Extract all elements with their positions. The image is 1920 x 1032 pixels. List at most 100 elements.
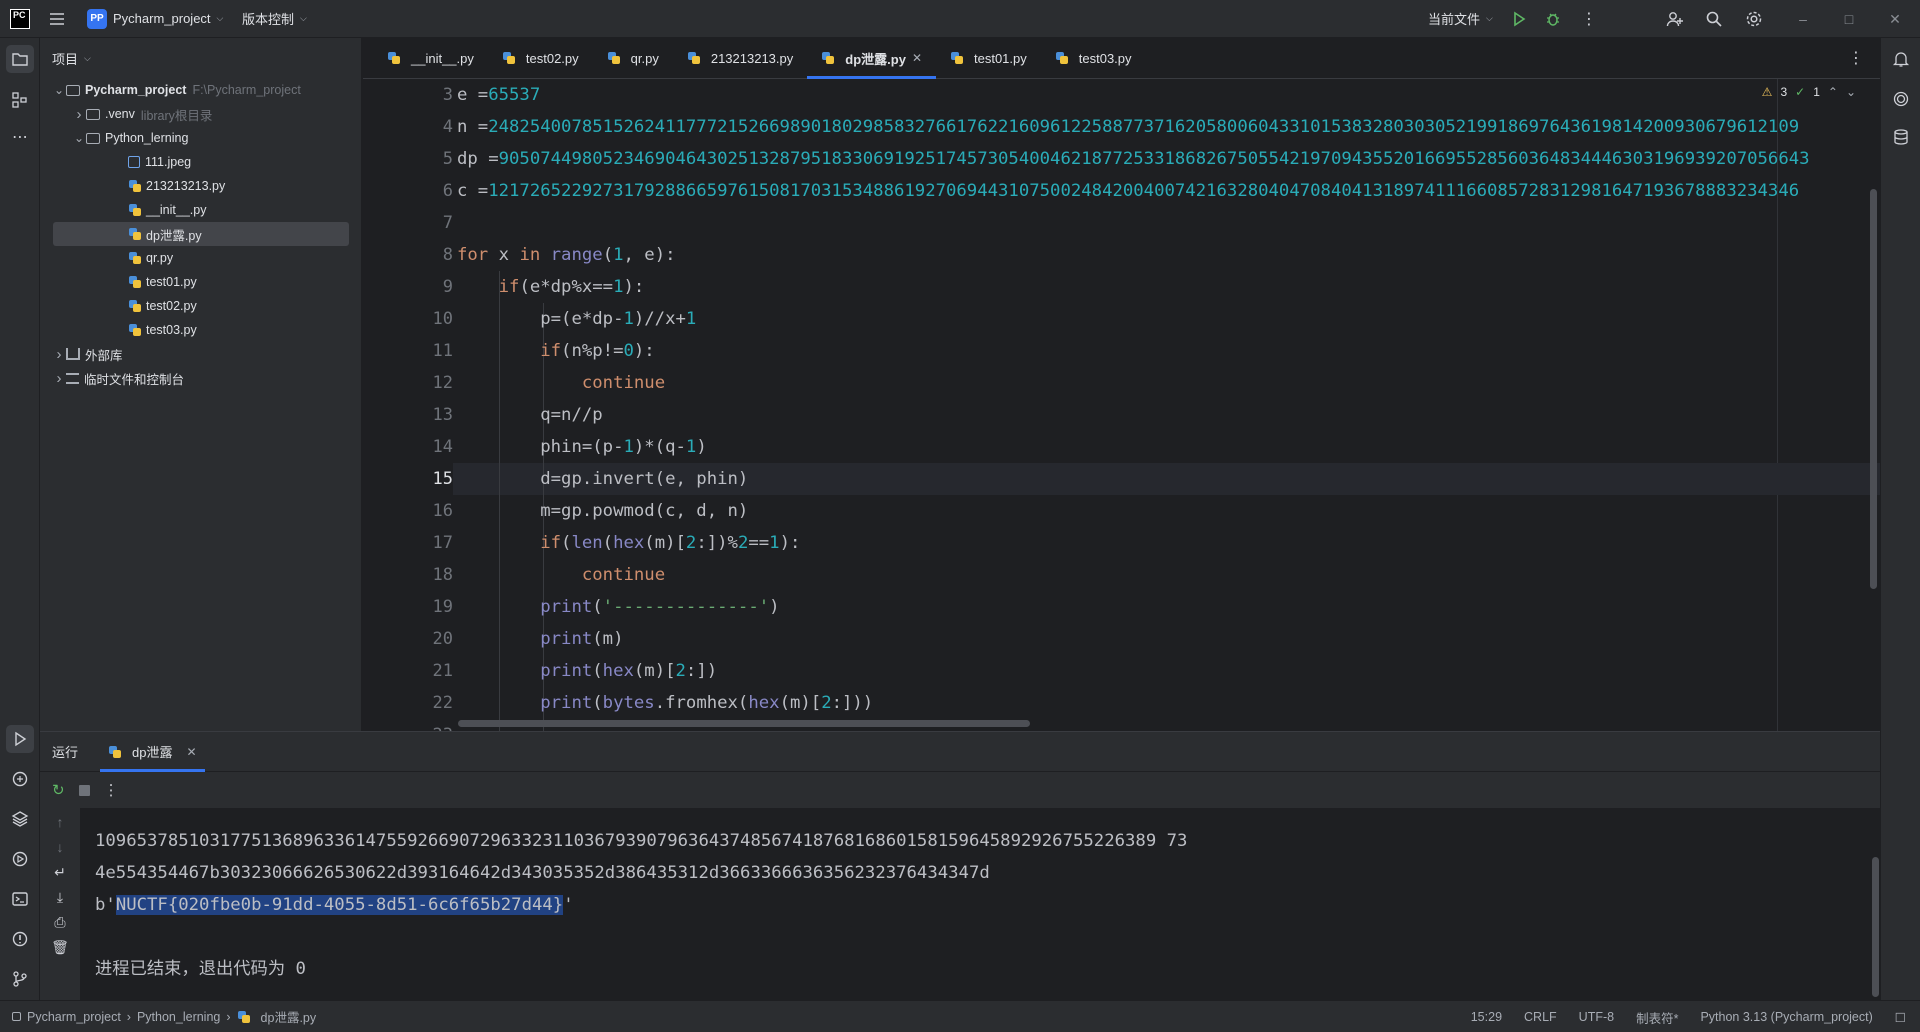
editor-tab[interactable]: 213213213.py [673,38,807,79]
chevron-down-icon[interactable]: ⌄ [52,83,66,97]
tree-item[interactable]: test03.py [92,318,197,342]
tree-item[interactable]: test01.py [92,270,197,294]
close-tab-icon[interactable]: ✕ [186,745,196,759]
code-line-14: phin=(p-1)*(q-1) [457,437,707,457]
project-panel-header[interactable]: 项目 ⌵ [40,38,361,78]
tree-item[interactable]: 213213213.py [92,174,225,198]
chevron-right-icon[interactable]: › [72,106,86,123]
project-badge: PP [87,8,107,29]
chevron-down-icon[interactable]: ⌄ [1846,85,1856,99]
terminal-button[interactable] [6,885,34,913]
layers-icon [11,811,29,827]
run-button[interactable] [1511,11,1527,27]
breadcrumb-file[interactable]: dp泄露.py [261,1007,317,1026]
editor-tab-label: test03.py [1078,50,1132,66]
project-tool-button[interactable] [6,45,34,73]
tree-item[interactable]: ⌄ Pycharm_project F:\Pycharm_project [52,78,301,102]
bell-icon [1892,52,1910,67]
tree-item[interactable]: qr.py [92,246,173,270]
tree-item[interactable]: › 外部库 [52,342,123,366]
run-tab[interactable]: dp泄露 ✕ [100,732,205,772]
search-icon [1706,11,1722,27]
indent-setting[interactable]: 制表符* [1636,1008,1678,1027]
arrow-down-icon[interactable]: ↓ [52,839,68,855]
folder-icon [86,108,100,120]
maximize-button[interactable]: □ [1826,0,1872,38]
git-button[interactable] [6,965,34,993]
check-icon: ✓ [1795,85,1806,99]
python-file-icon [128,323,142,337]
rerun-icon[interactable]: ↻ [52,781,65,799]
chevron-up-icon[interactable]: ⌃ [1828,85,1838,99]
python-file-icon [128,275,142,289]
chevron-right-icon[interactable]: › [52,370,66,387]
editor-tab[interactable]: __init__.py [373,38,488,79]
trash-icon[interactable]: 🗑 [51,939,69,955]
inspection-widget[interactable]: ⚠ 3 ✓ 1 ⌃ ⌄ [1762,85,1856,99]
file-encoding[interactable]: UTF-8 [1579,1010,1614,1024]
more-tools-button[interactable]: ⋯ [6,123,34,151]
line-separator[interactable]: CRLF [1524,1010,1557,1024]
chevron-right-icon[interactable]: › [52,346,66,363]
vcs-menu[interactable]: 版本控制 ⌵ [242,9,307,28]
scroll-to-end-icon[interactable]: ⤓ [52,889,68,905]
code-editor[interactable]: 34567891011121314151617181920212223 e =6… [363,79,1880,731]
more-icon[interactable]: ⋮ [104,781,119,799]
close-icon: ✕ [1889,10,1901,27]
editor-tab[interactable]: test03.py [1041,38,1146,79]
editor-tab[interactable]: qr.py [593,38,673,79]
editor-horizontal-scrollbar[interactable] [458,720,1030,727]
notifications-button[interactable] [1887,45,1915,73]
python-console-button[interactable] [6,765,34,793]
tree-item[interactable]: 111.jpeg [92,150,191,174]
tree-item-label: 外部库 [85,348,123,363]
database-button[interactable] [1887,123,1915,151]
run-config-selector[interactable]: 当前文件 ⌵ [1428,9,1493,28]
selected-flag-text[interactable]: NUCTF{020fbe0b-91dd-4055-8d51-6c6f65b27d… [115,895,564,915]
editor-tab[interactable]: test01.py [936,38,1041,79]
lock-icon[interactable]: ☐ [1895,1010,1906,1025]
code-line-4: n =2482540078515262411777215266989018029… [457,117,1800,137]
tab-actions-button[interactable]: ⋮ [1848,48,1864,68]
run-tool-button[interactable] [6,725,34,753]
tree-item-label: dp泄露.py [146,228,202,243]
stop-icon[interactable] [78,784,90,796]
services-button[interactable] [6,845,34,873]
image-file-icon [128,156,140,168]
close-tab-icon[interactable]: ✕ [912,51,922,65]
editor-tab-label: test02.py [525,50,579,66]
python-packages-button[interactable] [6,805,34,833]
debug-button[interactable] [1545,11,1561,27]
caret-position[interactable]: 15:29 [1471,1010,1502,1024]
ai-assistant-button[interactable] [1887,85,1915,113]
breadcrumb-folder[interactable]: Python_lerning [137,1010,220,1024]
folder-icon [66,84,80,96]
search-everywhere-button[interactable] [1705,10,1723,28]
arrow-up-icon[interactable]: ↑ [52,814,68,830]
project-selector[interactable]: PP Pycharm_project ⌵ [87,8,223,29]
problems-button[interactable] [6,925,34,953]
console-vertical-scrollbar[interactable] [1872,857,1879,997]
collab-button[interactable] [1666,10,1684,28]
tree-item[interactable]: dp泄露.py [53,222,349,246]
breadcrumb-project[interactable]: Pycharm_project [27,1010,121,1024]
tree-item[interactable]: › 临时文件和控制台 [52,366,185,390]
tree-item[interactable]: __init__.py [92,198,206,222]
close-window-button[interactable]: ✕ [1872,0,1918,38]
tree-item[interactable]: test02.py [92,294,197,318]
structure-tool-button[interactable] [6,86,34,114]
chevron-down-icon[interactable]: ⌄ [72,131,86,145]
editor-vertical-scrollbar[interactable] [1870,189,1877,589]
tree-item[interactable]: › .venv library根目录 [72,102,213,126]
line-number: 7 [442,213,453,233]
soft-wrap-icon[interactable]: ↵ [52,864,68,880]
settings-button[interactable] [1745,10,1763,28]
minimize-button[interactable]: – [1780,0,1826,38]
print-icon[interactable]: ⎙ [52,914,68,930]
editor-tab[interactable]: dp泄露.py ✕ [807,38,936,79]
python-interpreter[interactable]: Python 3.13 (Pycharm_project) [1700,1010,1872,1024]
main-menu-button[interactable] [48,10,66,28]
more-actions-button[interactable]: ⋮ [1581,9,1597,29]
editor-tab[interactable]: test02.py [488,38,593,79]
tree-item[interactable]: ⌄ Python_lerning [72,126,188,150]
